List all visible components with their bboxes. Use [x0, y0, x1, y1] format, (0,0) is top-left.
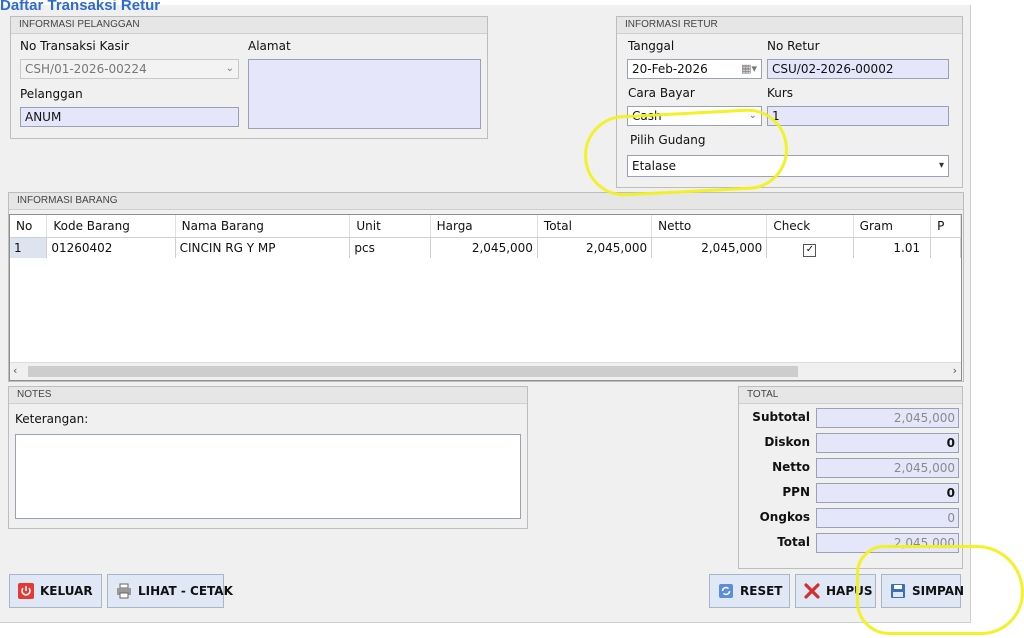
window-title: Daftar Transaksi Retur — [0, 0, 161, 10]
customer-info-group: INFORMASI PELANGGAN No Transaksi Kasir C… — [10, 16, 488, 139]
customer-info-title: INFORMASI PELANGGAN — [11, 17, 487, 34]
ongkos-field[interactable]: 0 — [816, 508, 959, 528]
col-header-harga[interactable]: Harga — [430, 215, 538, 238]
no-transaksi-value: CSH/01-2026-00224 — [25, 62, 147, 76]
keluar-label: KELUAR — [40, 584, 93, 598]
cell-harga[interactable]: 2,045,000 — [430, 237, 538, 258]
cell-kode[interactable]: 01260402 — [46, 237, 176, 258]
lihat-cetak-label: LIHAT - CETAK — [138, 584, 233, 598]
col-header-no[interactable]: No — [10, 215, 48, 238]
col-header-check[interactable]: Check — [766, 215, 854, 238]
col-header-kode[interactable]: Kode Barang — [46, 215, 176, 238]
col-header-netto[interactable]: Netto — [651, 215, 768, 238]
chevron-down-icon: ⌄ — [225, 63, 234, 74]
ppn-field[interactable]: 0 — [816, 483, 959, 503]
alamat-label: Alamat — [248, 39, 291, 53]
printer-icon — [116, 583, 132, 599]
items-table: No Kode Barang Nama Barang Unit Harga To… — [10, 215, 961, 258]
total-value: 2,045,000 — [816, 533, 959, 553]
ongkos-label: Ongkos — [759, 510, 810, 524]
tanggal-value: 20-Feb-2026 — [632, 62, 708, 76]
kurs-field[interactable]: 1 — [767, 106, 949, 126]
simpan-label: SIMPAN — [912, 584, 965, 598]
caret-down-icon: ▾ — [938, 160, 944, 171]
cell-total[interactable]: 2,045,000 — [537, 237, 653, 258]
chevron-down-icon: ⌄ — [748, 110, 757, 121]
cara-bayar-value: Cash — [632, 109, 662, 123]
ppn-label: PPN — [782, 485, 810, 499]
reset-label: RESET — [740, 584, 783, 598]
no-retur-field[interactable]: CSU/02-2026-00002 — [767, 59, 949, 79]
simpan-button[interactable]: SIMPAN — [881, 574, 965, 608]
reset-button[interactable]: RESET — [709, 574, 790, 608]
tanggal-datepicker[interactable]: 20-Feb-2026 ▦▾ — [627, 59, 762, 79]
scrollbar-thumb[interactable] — [28, 366, 798, 377]
hapus-label: HAPUS — [826, 584, 873, 598]
netto-value: 2,045,000 — [816, 458, 959, 478]
scroll-left-icon[interactable]: ‹ — [13, 364, 17, 377]
keterangan-textarea[interactable] — [15, 434, 521, 519]
pelanggan-field[interactable]: ANUM — [20, 107, 239, 127]
check-icon[interactable]: ✓ — [803, 244, 817, 257]
keterangan-label: Keterangan: — [15, 412, 89, 426]
alamat-field[interactable] — [248, 59, 481, 129]
cell-p[interactable] — [930, 237, 961, 258]
items-grid: No Kode Barang Nama Barang Unit Harga To… — [9, 214, 962, 381]
col-header-p[interactable]: P — [930, 215, 961, 238]
gudang-value: Etalase — [632, 159, 676, 173]
retur-info-group: INFORMASI RETUR Tanggal 20-Feb-2026 ▦▾ N… — [616, 16, 963, 188]
diskon-label: Diskon — [764, 435, 810, 449]
subtotal-label: Subtotal — [752, 410, 810, 424]
subtotal-value: 2,045,000 — [816, 408, 959, 428]
calendar-icon: ▦▾ — [741, 62, 757, 75]
save-icon — [890, 583, 906, 599]
notes-group: NOTES Keterangan: — [8, 386, 528, 529]
no-transaksi-select[interactable]: CSH/01-2026-00224 ⌄ — [20, 59, 239, 79]
pelanggan-label: Pelanggan — [20, 87, 83, 101]
table-row[interactable]: 1 01260402 CINCIN RG Y MP pcs 2,045,000 … — [10, 237, 961, 258]
col-header-nama[interactable]: Nama Barang — [175, 215, 351, 238]
lihat-cetak-button[interactable]: LIHAT - CETAK — [107, 574, 233, 608]
gudang-label: Pilih Gudang — [630, 133, 706, 147]
cell-gram[interactable]: 1.01 — [853, 237, 932, 258]
retur-form-window: Daftar Transaksi Retur INFORMASI PELANGG… — [0, 0, 971, 623]
col-header-total[interactable]: Total — [537, 215, 653, 238]
kurs-label: Kurs — [767, 86, 794, 100]
notes-title: NOTES — [9, 387, 527, 404]
delete-x-icon — [804, 583, 820, 599]
keluar-button[interactable]: KELUAR — [9, 574, 102, 608]
cara-bayar-label: Cara Bayar — [628, 86, 695, 100]
cara-bayar-select[interactable]: Cash ⌄ — [627, 106, 762, 126]
col-header-unit[interactable]: Unit — [349, 215, 431, 238]
refresh-icon — [718, 583, 734, 599]
diskon-field[interactable]: 0 — [816, 433, 959, 453]
netto-label: Netto — [772, 460, 810, 474]
items-title: INFORMASI BARANG — [9, 193, 963, 210]
cell-nama[interactable]: CINCIN RG Y MP — [175, 237, 351, 258]
power-icon — [18, 583, 34, 599]
gudang-select[interactable]: Etalase ▾ — [627, 155, 949, 177]
cell-unit[interactable]: pcs — [349, 237, 431, 258]
cell-check[interactable]: ✓ — [766, 237, 854, 258]
no-retur-label: No Retur — [767, 39, 820, 53]
retur-info-title: INFORMASI RETUR — [617, 17, 962, 34]
col-header-gram[interactable]: Gram — [853, 215, 932, 238]
scroll-right-icon[interactable]: › — [953, 364, 957, 377]
hapus-button[interactable]: HAPUS — [795, 574, 876, 608]
totals-title: TOTAL — [739, 387, 962, 404]
horizontal-scrollbar[interactable]: ‹ › — [10, 362, 961, 380]
tanggal-label: Tanggal — [628, 39, 675, 53]
no-transaksi-label: No Transaksi Kasir — [20, 39, 130, 53]
cell-no[interactable]: 1 — [10, 237, 48, 258]
cell-netto[interactable]: 2,045,000 — [651, 237, 768, 258]
total-label: Total — [777, 535, 810, 549]
